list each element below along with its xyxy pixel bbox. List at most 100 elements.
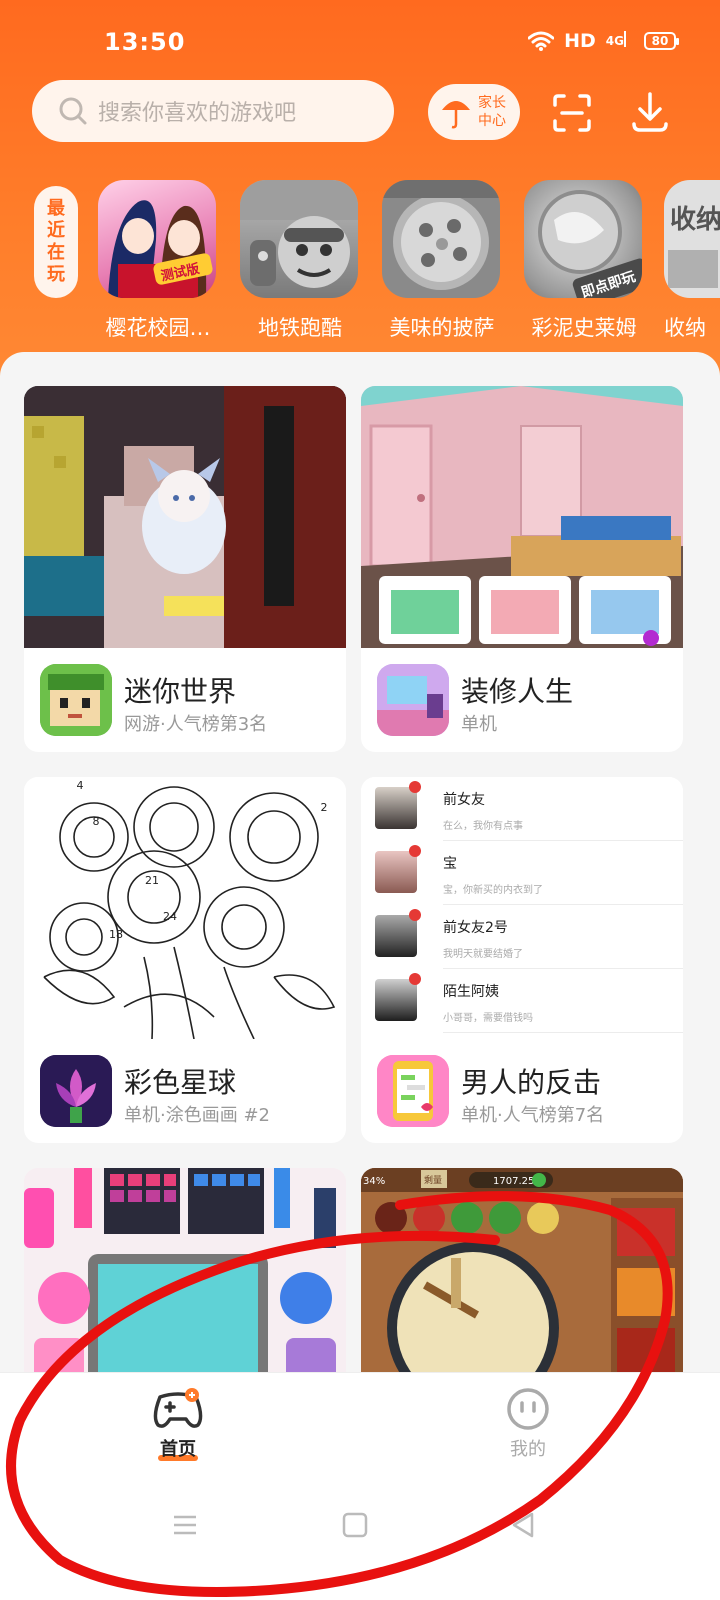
status-time: 13:50 bbox=[104, 28, 186, 56]
chat-message: 在么，我你有点事 bbox=[443, 821, 523, 832]
recent-games-list: 测试版 樱花校园… 地铁跑酷 美味的披萨 即点即玩 彩泥史莱姆 收纳 收纳 bbox=[0, 180, 720, 350]
network-type: 4G bbox=[605, 34, 624, 48]
game-info: 装修人生 单机 bbox=[361, 648, 683, 752]
pizza-tab: 剩量 bbox=[424, 1174, 442, 1186]
wifi-icon bbox=[528, 31, 555, 51]
status-bar: 13:50 HD 4G 80 bbox=[0, 0, 720, 88]
game-cover: 4 8 2 21 24 18 bbox=[24, 777, 346, 1039]
chat-name: 宝 bbox=[443, 856, 457, 872]
color-number: 4 bbox=[77, 779, 84, 792]
game-info: 男人的反击 单机·人气榜第7名 bbox=[361, 1039, 683, 1143]
game-feed: 迷你世界 网游·人气榜第3名 装修人生 单机 4 8 2 21 24 18 彩色… bbox=[0, 352, 720, 1372]
nav-home-label: 首页 bbox=[160, 1439, 196, 1460]
color-number: 8 bbox=[93, 815, 100, 828]
cellular-signal-icon: 4G bbox=[605, 31, 634, 48]
game-icon bbox=[40, 1055, 112, 1127]
game-card[interactable]: 34% 剩量 1707.25 bbox=[361, 1168, 683, 1372]
unread-dot bbox=[409, 845, 421, 857]
game-cover bbox=[361, 386, 683, 648]
chat-avatar bbox=[375, 979, 417, 1021]
menu-icon[interactable] bbox=[170, 1510, 200, 1540]
recent-game-icon: 收纳 bbox=[664, 180, 720, 298]
game-card[interactable]: 前女友 在么，我你有点事 宝 宝，你新买的内衣到了 前女友2号 我明天就要结婚了 bbox=[361, 777, 683, 1143]
recent-game-name: 樱花校园… bbox=[105, 316, 211, 340]
search-placeholder: 搜索你喜欢的游戏吧 bbox=[98, 101, 297, 126]
color-number: 21 bbox=[145, 874, 159, 887]
recent-game-icon bbox=[240, 180, 358, 298]
color-number: 24 bbox=[163, 910, 177, 923]
bottom-navigation: 首页 我的 bbox=[0, 1372, 720, 1472]
color-number: 2 bbox=[321, 801, 328, 814]
recent-game-item[interactable]: 收纳 收纳 bbox=[664, 180, 720, 342]
download-icon[interactable] bbox=[630, 90, 670, 134]
game-cover bbox=[24, 386, 346, 648]
game-card[interactable]: 4 8 2 21 24 18 彩色星球 单机·涂色画画 #2 bbox=[24, 777, 346, 1143]
chat-row: 前女友2号 我明天就要结婚了 bbox=[361, 905, 683, 969]
game-icon bbox=[377, 1055, 449, 1127]
scan-icon[interactable] bbox=[552, 93, 592, 133]
game-cover bbox=[24, 1168, 346, 1372]
battery-icon: 80 bbox=[644, 32, 679, 50]
search-icon bbox=[59, 97, 87, 125]
color-number: 18 bbox=[109, 928, 123, 941]
chat-avatar bbox=[375, 915, 417, 957]
chat-avatar bbox=[375, 787, 417, 829]
chat-message: 宝，你新买的内衣到了 bbox=[443, 885, 543, 896]
chat-name: 陌生阿姨 bbox=[443, 984, 499, 1000]
chat-row: 前女友 在么，我你有点事 bbox=[361, 777, 683, 841]
recent-game-name: 彩泥史莱姆 bbox=[531, 316, 637, 340]
game-subtitle: 单机·涂色画画 #2 bbox=[124, 1105, 270, 1126]
smiley-icon bbox=[507, 1388, 549, 1430]
recent-game-icon bbox=[382, 180, 500, 298]
home-square-icon[interactable] bbox=[340, 1510, 370, 1540]
unread-dot bbox=[409, 781, 421, 793]
recent-game-item[interactable]: 即点即玩 彩泥史莱姆 bbox=[524, 180, 644, 342]
recent-game-item[interactable]: 地铁跑酷 bbox=[240, 180, 360, 342]
umbrella-icon bbox=[442, 101, 470, 129]
recent-game-icon: 测试版 bbox=[98, 180, 216, 298]
game-title: 迷你世界 bbox=[124, 675, 237, 708]
game-info: 彩色星球 单机·涂色画画 #2 bbox=[24, 1039, 346, 1143]
chat-row: 宝 宝，你新买的内衣到了 bbox=[361, 841, 683, 905]
unread-dot bbox=[409, 909, 421, 921]
unread-dot bbox=[409, 973, 421, 985]
game-card[interactable]: 迷你世界 网游·人气榜第3名 bbox=[24, 386, 346, 752]
game-icon bbox=[377, 664, 449, 736]
nav-mine[interactable]: 我的 bbox=[468, 1387, 588, 1461]
hd-indicator: HD bbox=[564, 30, 596, 52]
game-icon bbox=[40, 664, 112, 736]
game-title: 彩色星球 bbox=[124, 1066, 237, 1099]
recent-game-item[interactable]: 测试版 樱花校园… bbox=[98, 180, 218, 342]
nav-home[interactable]: 首页 bbox=[118, 1387, 238, 1461]
search-bar[interactable]: 搜索你喜欢的游戏吧 bbox=[32, 80, 394, 142]
system-navigation-bar bbox=[0, 1472, 720, 1600]
game-cover: 前女友 在么，我你有点事 宝 宝，你新买的内衣到了 前女友2号 我明天就要结婚了 bbox=[361, 777, 683, 1039]
recent-game-name: 地铁跑酷 bbox=[258, 316, 342, 340]
chat-row: 陌生阿姨 小哥哥，需要借钱吗 bbox=[361, 969, 683, 1033]
game-title: 男人的反击 bbox=[461, 1066, 602, 1099]
game-card[interactable]: 装修人生 单机 bbox=[361, 386, 683, 752]
recent-game-item[interactable]: 美味的披萨 bbox=[382, 180, 502, 342]
game-subtitle: 网游·人气榜第3名 bbox=[124, 714, 268, 735]
pizza-percent: 34% bbox=[363, 1176, 385, 1187]
gamepad-icon bbox=[153, 1388, 203, 1428]
pizza-score: 1707.25 bbox=[493, 1176, 534, 1187]
back-icon[interactable] bbox=[508, 1510, 538, 1540]
chat-name: 前女友 bbox=[443, 792, 485, 808]
game-subtitle: 单机 bbox=[461, 714, 497, 735]
game-title: 装修人生 bbox=[461, 675, 574, 708]
recent-game-name: 收纳 bbox=[664, 316, 706, 340]
chat-name: 前女友2号 bbox=[443, 920, 508, 936]
game-subtitle: 单机·人气榜第7名 bbox=[461, 1105, 605, 1126]
recent-game-icon: 即点即玩 bbox=[524, 180, 642, 298]
nav-mine-label: 我的 bbox=[510, 1439, 546, 1460]
status-indicators: HD 4G 80 bbox=[528, 30, 679, 52]
game-info: 迷你世界 网游·人气榜第3名 bbox=[24, 648, 346, 752]
game-cover: 34% 剩量 1707.25 bbox=[361, 1168, 683, 1372]
recent-badge: 收纳 bbox=[670, 204, 720, 235]
chat-avatar bbox=[375, 851, 417, 893]
game-card[interactable] bbox=[24, 1168, 346, 1372]
recent-game-name: 美味的披萨 bbox=[389, 316, 495, 340]
parent-center-label: 家长中心 bbox=[478, 95, 506, 129]
parent-center-button[interactable]: 家长中心 bbox=[428, 84, 520, 140]
